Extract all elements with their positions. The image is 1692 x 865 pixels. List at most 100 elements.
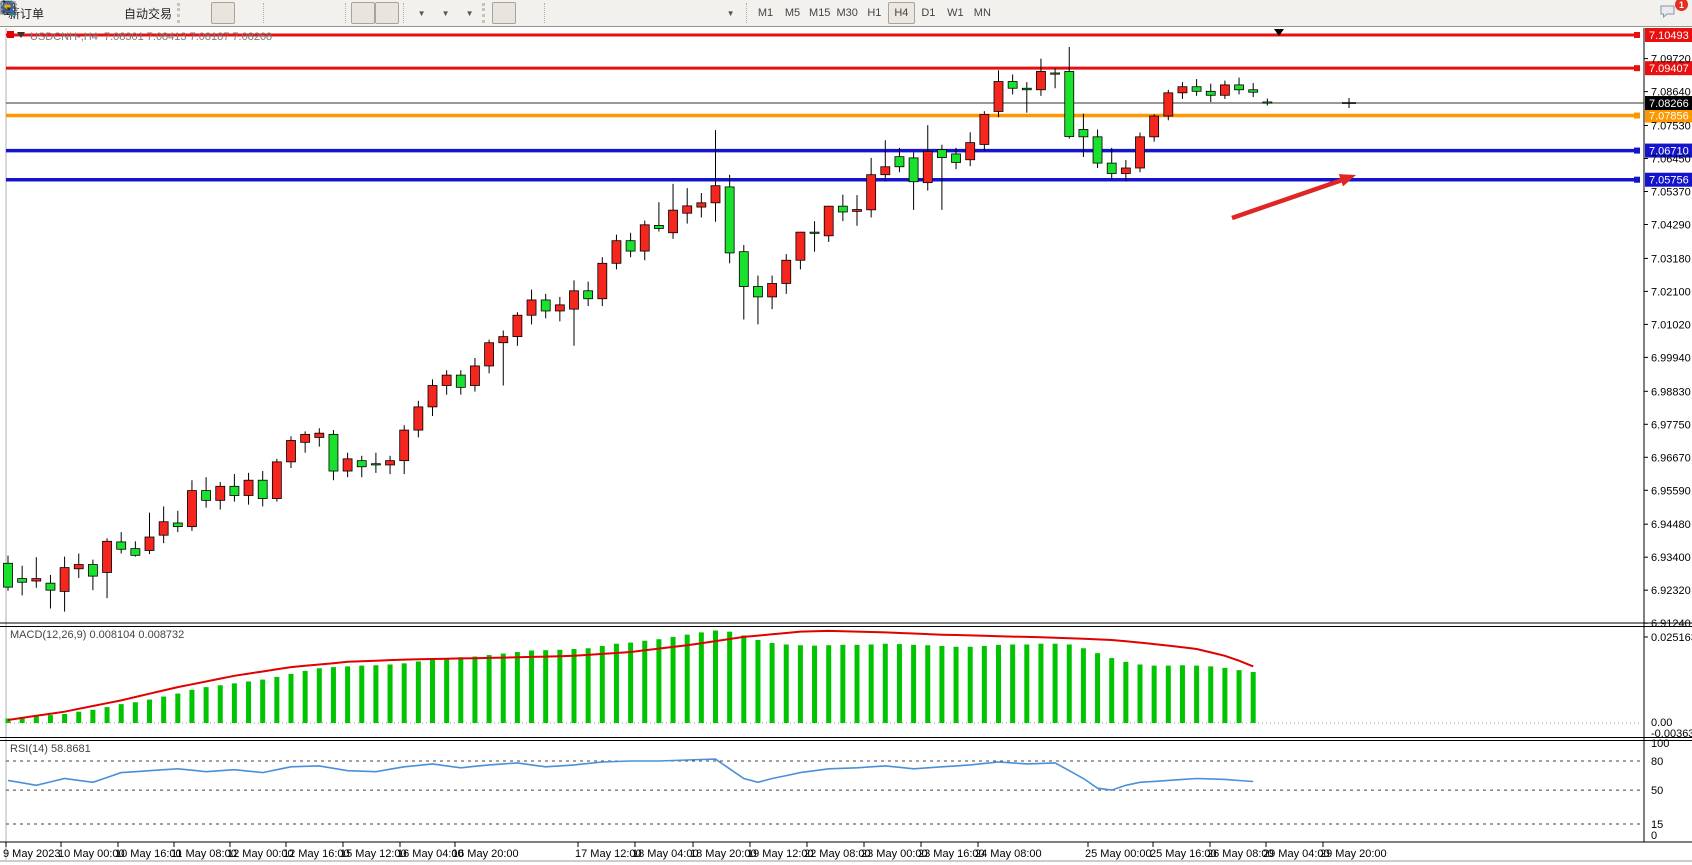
macd-histogram-bar — [416, 661, 421, 723]
macd-histogram-bar — [656, 639, 661, 723]
time-axis-label: 16 May 20:00 — [452, 848, 519, 860]
candle-bull — [287, 440, 296, 461]
time-axis-label: 18 May 04:00 — [632, 848, 699, 860]
macd-histogram-bar — [1067, 644, 1072, 723]
macd-histogram-bar — [826, 645, 831, 723]
candle-bear — [88, 565, 97, 577]
price-tick-label: 7.07530 — [1651, 121, 1691, 133]
rsi-indicator-label: RSI(14) 58.8681 — [10, 743, 91, 755]
candle-bull — [711, 186, 720, 203]
macd-histogram-bar — [1123, 662, 1128, 723]
candle-bull — [343, 459, 352, 471]
macd-histogram-bar — [303, 671, 308, 723]
macd-histogram-bar — [331, 667, 336, 723]
candle-bear — [131, 549, 140, 556]
candle-bull — [386, 461, 395, 465]
macd-histogram-bar — [274, 677, 279, 723]
macd-histogram-bar — [444, 658, 449, 723]
candle-bear — [1079, 129, 1088, 136]
candle-bear — [895, 157, 904, 167]
macd-histogram-bar — [784, 644, 789, 723]
macd-histogram-bar — [642, 641, 647, 723]
time-axis-label: 24 May 08:00 — [975, 848, 1042, 860]
macd-histogram-bar — [770, 643, 775, 723]
price-tick-label: 7.05370 — [1651, 187, 1691, 199]
macd-histogram-bar — [628, 643, 633, 723]
macd-histogram-bar — [147, 700, 152, 723]
candle-bull — [782, 260, 791, 283]
price-tick-label: 7.04290 — [1651, 220, 1691, 232]
line-handle[interactable] — [1634, 65, 1640, 71]
line-handle[interactable] — [1634, 32, 1640, 38]
candle-bull — [683, 206, 692, 213]
line-handle[interactable] — [7, 31, 14, 38]
macd-histogram-bar — [388, 664, 393, 723]
price-tick-label: 6.94480 — [1651, 519, 1691, 531]
candle-bear — [1107, 163, 1116, 173]
macd-histogram-bar — [232, 683, 237, 723]
candle-bull — [414, 407, 423, 430]
candle-bull — [994, 82, 1003, 112]
macd-histogram-bar — [996, 645, 1001, 723]
candle-bear — [753, 287, 762, 297]
candle-bull — [966, 143, 975, 160]
line-handle[interactable] — [1634, 177, 1640, 183]
candle-bear — [952, 154, 961, 163]
time-axis-label: 25 May 00:00 — [1085, 848, 1152, 860]
macd-histogram-bar — [133, 702, 138, 723]
candle-bear — [357, 461, 366, 467]
macd-histogram-bar — [515, 652, 520, 723]
macd-histogram-bar — [119, 704, 124, 723]
candle-bear — [541, 300, 550, 311]
candle-bull — [612, 241, 621, 264]
candle-bull — [669, 210, 678, 233]
candle-bull — [598, 263, 607, 298]
candle-bull — [1220, 85, 1229, 95]
price-tick-label: 6.92320 — [1651, 585, 1691, 597]
candle-bull — [442, 375, 451, 385]
macd-histogram-bar — [798, 645, 803, 723]
price-line-label: 7.10493 — [1649, 30, 1689, 42]
candle-bull — [187, 491, 196, 527]
candle-bull — [74, 565, 83, 569]
macd-histogram-bar — [76, 712, 81, 723]
macd-histogram-bar — [869, 644, 874, 723]
line-handle[interactable] — [1634, 113, 1640, 119]
macd-histogram-bar — [1208, 666, 1213, 723]
candle-bear — [937, 150, 946, 158]
macd-histogram-bar — [1081, 648, 1086, 723]
candle-bear — [1235, 85, 1244, 90]
macd-histogram-bar — [260, 680, 265, 723]
candle-bull — [513, 315, 522, 336]
macd-histogram-bar — [911, 645, 916, 723]
mt4-terminal: 新订单 自动交易 — [0, 0, 1692, 865]
price-tick-label: 6.91240 — [1651, 618, 1691, 630]
candle-bear — [654, 225, 663, 228]
candle-bear — [1065, 71, 1074, 136]
candle-bull — [1036, 71, 1045, 89]
candle-bull — [272, 462, 281, 499]
candle-bull — [853, 210, 862, 212]
price-tick-label: 6.95590 — [1651, 485, 1691, 497]
macd-histogram-bar — [1180, 665, 1185, 723]
chart-canvas[interactable]: 7.104937.094077.078567.067107.057567.082… — [0, 0, 1692, 865]
candle-bull — [1178, 87, 1187, 93]
macd-histogram-bar — [713, 631, 718, 723]
candle-bull — [796, 232, 805, 260]
candle-bear — [838, 206, 847, 212]
macd-histogram-bar — [458, 657, 463, 723]
line-handle[interactable] — [1634, 148, 1640, 154]
candle-bear — [371, 464, 380, 465]
macd-histogram-bar — [572, 649, 577, 723]
price-tick-label: 6.93400 — [1651, 552, 1691, 564]
candle-bull — [60, 568, 69, 592]
candle-bull — [428, 386, 437, 407]
price-tick-label: 6.96670 — [1651, 452, 1691, 464]
candle-bull — [980, 115, 989, 145]
candle-bull — [32, 579, 41, 581]
macd-histogram-bar — [855, 645, 860, 723]
macd-histogram-bar — [1138, 664, 1143, 723]
candle-bear — [456, 375, 465, 387]
candle-bear — [1093, 137, 1102, 163]
macd-histogram-bar — [1166, 666, 1171, 723]
